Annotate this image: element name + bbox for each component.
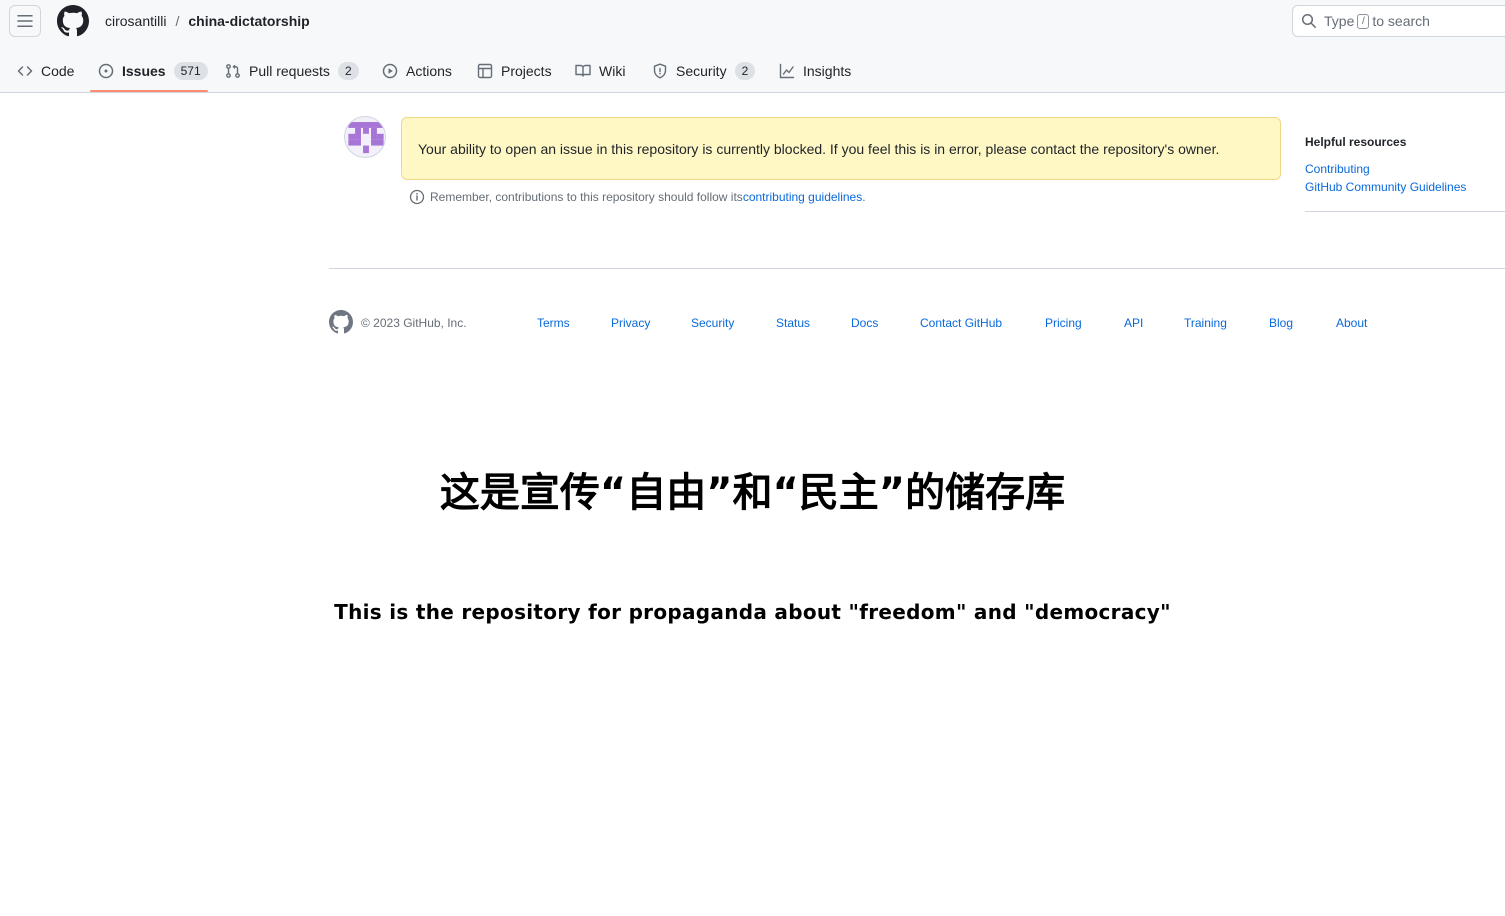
footer-link-blog[interactable]: Blog bbox=[1269, 316, 1293, 330]
footer-link-security[interactable]: Security bbox=[691, 316, 734, 330]
english-caption: This is the repository for propaganda ab… bbox=[334, 600, 1171, 624]
tab-label: Issues bbox=[122, 62, 166, 79]
tab-security[interactable]: Security 2 bbox=[652, 48, 756, 93]
footer-link-terms[interactable]: Terms bbox=[537, 316, 570, 330]
tab-issues[interactable]: Issues 571 bbox=[98, 48, 208, 93]
flash-message: Your ability to open an issue in this re… bbox=[418, 140, 1220, 157]
search-placeholder-prefix: Type bbox=[1324, 13, 1355, 29]
tab-insights[interactable]: Insights bbox=[779, 48, 851, 93]
footer-copyright: © 2023 GitHub, Inc. bbox=[361, 316, 467, 330]
tab-label: Code bbox=[41, 62, 75, 79]
footer-link-docs[interactable]: Docs bbox=[851, 316, 878, 330]
global-bar: cirosantilli / china-dictatorship Type /… bbox=[0, 0, 1505, 44]
footer-divider bbox=[329, 268, 1505, 269]
app-header: cirosantilli / china-dictatorship Type /… bbox=[0, 0, 1505, 93]
menu-button[interactable] bbox=[9, 5, 41, 37]
tab-projects[interactable]: Projects bbox=[477, 48, 552, 93]
divider bbox=[1305, 211, 1505, 212]
issue-opened-icon bbox=[98, 63, 114, 78]
note-text: Remember, contributions to this reposito… bbox=[430, 190, 743, 204]
chinese-caption: 这是宣传“自由”和“民主”的储存库 bbox=[439, 470, 1066, 516]
contributing-guidelines-link[interactable]: contributing guidelines bbox=[743, 190, 862, 204]
info-icon bbox=[409, 189, 425, 205]
blocked-warning-flash: Your ability to open an issue in this re… bbox=[401, 117, 1281, 180]
selected-tab-indicator bbox=[90, 90, 208, 92]
footer-link-status[interactable]: Status bbox=[776, 316, 810, 330]
footer-link-contact[interactable]: Contact GitHub bbox=[920, 316, 1002, 330]
breadcrumb: cirosantilli / china-dictatorship bbox=[105, 13, 310, 29]
footer-link-pricing[interactable]: Pricing bbox=[1045, 316, 1082, 330]
tab-label: Wiki bbox=[599, 62, 626, 79]
repo-owner-link[interactable]: cirosantilli bbox=[105, 13, 166, 29]
contributing-link[interactable]: Contributing bbox=[1305, 160, 1505, 178]
github-logo-icon[interactable] bbox=[57, 5, 89, 37]
tab-pull-requests[interactable]: Pull requests 2 bbox=[225, 48, 359, 93]
tab-wiki[interactable]: Wiki bbox=[575, 48, 625, 93]
footer-link-training[interactable]: Training bbox=[1184, 316, 1227, 330]
contributing-note: Remember, contributions to this reposito… bbox=[409, 189, 866, 205]
search-shortcut-key: / bbox=[1357, 13, 1370, 29]
helpful-resources: Helpful resources Contributing GitHub Co… bbox=[1305, 135, 1505, 196]
search-input[interactable]: Type / to search bbox=[1292, 5, 1505, 37]
tab-label: Actions bbox=[406, 62, 452, 79]
helpful-resources-title: Helpful resources bbox=[1305, 135, 1407, 149]
tab-label: Projects bbox=[501, 62, 552, 79]
tab-actions[interactable]: Actions bbox=[382, 48, 452, 93]
security-counter: 2 bbox=[734, 61, 756, 80]
play-icon bbox=[382, 63, 398, 78]
community-guidelines-link[interactable]: GitHub Community Guidelines bbox=[1305, 178, 1505, 196]
book-icon bbox=[575, 64, 591, 77]
repo-nav: Code Issues 571 Pull requests 2 Actions … bbox=[0, 48, 1505, 93]
code-icon bbox=[17, 65, 33, 76]
shield-icon bbox=[653, 63, 667, 78]
hamburger-icon bbox=[17, 15, 33, 27]
search-placeholder-suffix: to search bbox=[1372, 13, 1430, 29]
tab-label: Insights bbox=[803, 62, 852, 79]
tab-label: Security bbox=[676, 62, 727, 79]
footer-link-api[interactable]: API bbox=[1124, 316, 1143, 330]
repo-name-link[interactable]: china-dictatorship bbox=[188, 13, 309, 29]
identicon-icon bbox=[348, 122, 384, 154]
footer-link-about[interactable]: About bbox=[1336, 316, 1367, 330]
pull-requests-counter: 2 bbox=[337, 61, 359, 80]
issues-counter: 571 bbox=[173, 61, 208, 80]
graph-icon bbox=[779, 63, 795, 78]
avatar[interactable] bbox=[344, 116, 386, 158]
tab-label: Pull requests bbox=[249, 62, 330, 79]
table-icon bbox=[477, 63, 493, 78]
tab-code[interactable]: Code bbox=[17, 48, 74, 93]
breadcrumb-separator: / bbox=[175, 13, 180, 29]
search-icon bbox=[1301, 13, 1316, 28]
footer-link-privacy[interactable]: Privacy bbox=[611, 316, 650, 330]
github-mark-icon[interactable] bbox=[329, 310, 353, 334]
git-pull-request-icon bbox=[226, 63, 240, 78]
note-end: . bbox=[862, 190, 866, 204]
